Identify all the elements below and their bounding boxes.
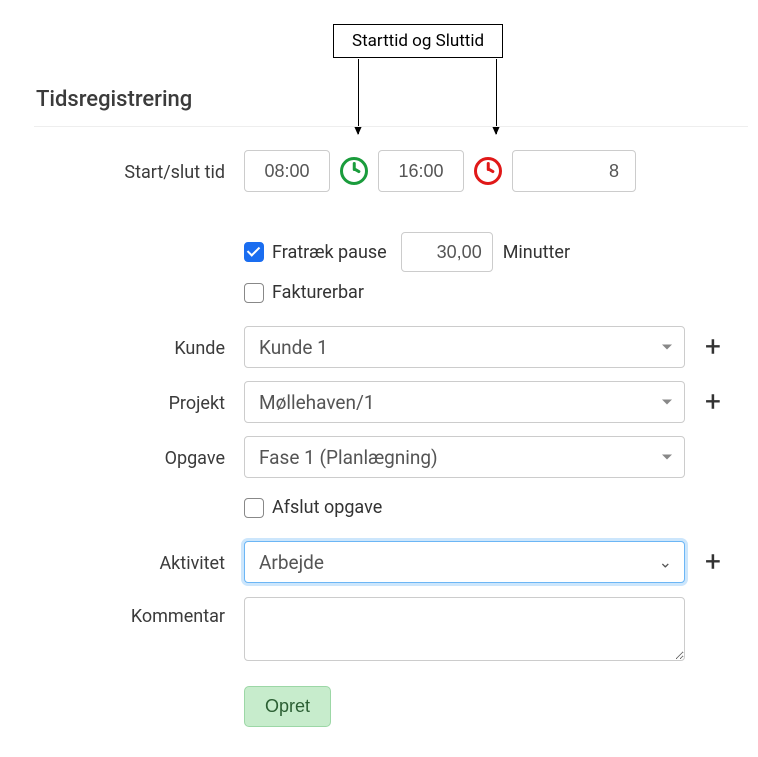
opgave-value: Fase 1 (Planlægning) [259, 446, 438, 469]
label-opgave: Opgave [165, 448, 225, 469]
kommentar-textarea[interactable] [244, 597, 685, 661]
arrow-to-starttime [358, 59, 359, 134]
chevron-down-icon [662, 455, 672, 460]
pause-unit-label: Minutter [503, 242, 570, 263]
label-projekt: Projekt [169, 393, 225, 414]
label-aktivitet: Aktivitet [159, 553, 225, 574]
hours-input[interactable] [512, 150, 636, 192]
pause-minutes-input[interactable] [401, 232, 493, 272]
subtract-pause-checkbox-row: Fratræk pause [244, 242, 387, 263]
submit-button[interactable]: Opret [244, 686, 331, 727]
kunde-value: Kunde 1 [259, 336, 328, 359]
aktivitet-value: Arbejde [259, 551, 324, 574]
label-kunde: Kunde [174, 338, 225, 359]
opgave-select[interactable]: Fase 1 (Planlægning) [244, 436, 685, 478]
callout-annotation: Starttid og Sluttid [333, 24, 503, 58]
finish-task-checkbox-row: Afslut opgave [244, 497, 382, 518]
finish-task-checkbox[interactable] [244, 498, 264, 518]
kunde-select[interactable]: Kunde 1 [244, 326, 685, 368]
start-time-input[interactable] [244, 150, 330, 192]
billable-label: Fakturerbar [272, 282, 364, 303]
subtract-pause-checkbox[interactable] [244, 242, 264, 262]
page-title: Tidsregistrering [36, 87, 192, 112]
add-aktivitet-button[interactable]: + [699, 548, 727, 576]
subtract-pause-label: Fratræk pause [272, 242, 387, 263]
projekt-select[interactable]: Møllehaven/1 [244, 381, 685, 423]
label-start-slut: Start/slut tid [124, 162, 225, 183]
billable-checkbox-row: Fakturerbar [244, 282, 364, 303]
aktivitet-select[interactable]: Arbejde ⌄ [244, 541, 685, 583]
add-kunde-button[interactable]: + [699, 333, 727, 361]
start-clock-icon[interactable] [340, 157, 368, 185]
chevron-down-icon [662, 400, 672, 405]
add-projekt-button[interactable]: + [699, 388, 727, 416]
finish-task-label: Afslut opgave [272, 497, 382, 518]
end-clock-icon[interactable] [474, 157, 502, 185]
callout-text: Starttid og Sluttid [352, 31, 484, 51]
label-kommentar: Kommentar [131, 606, 225, 627]
arrow-to-endtime [496, 59, 497, 134]
chevron-down-icon: ⌄ [659, 553, 672, 572]
chevron-down-icon [662, 345, 672, 350]
end-time-input[interactable] [378, 150, 464, 192]
billable-checkbox[interactable] [244, 283, 264, 303]
divider [34, 126, 748, 127]
projekt-value: Møllehaven/1 [259, 391, 375, 414]
